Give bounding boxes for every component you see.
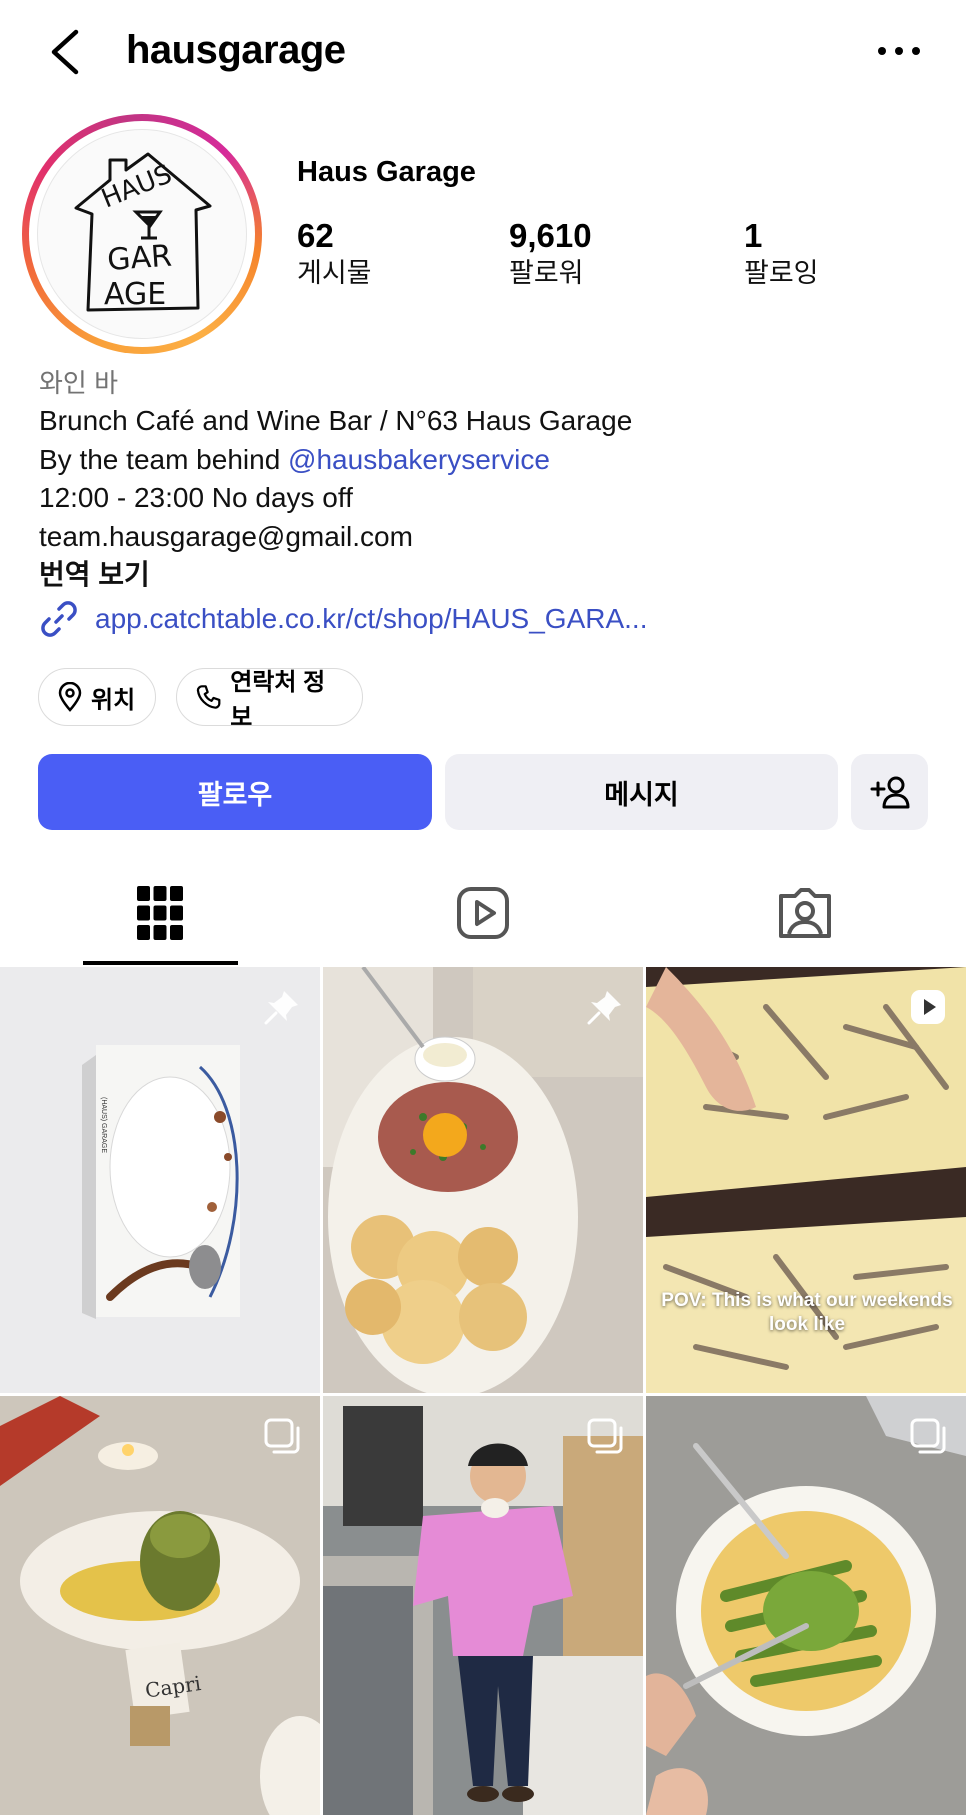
bio-line-1: Brunch Café and Wine Bar / N°63 Haus Gar… bbox=[39, 405, 633, 436]
post-thumbnail[interactable] bbox=[323, 967, 643, 1393]
bio-email: team.hausgarage@gmail.com bbox=[39, 520, 413, 552]
mention-link[interactable]: @hausbakeryservice bbox=[288, 444, 550, 475]
pin-icon bbox=[264, 991, 298, 1025]
more-horizontal-icon bbox=[878, 47, 920, 55]
tagged-icon bbox=[779, 888, 831, 938]
carousel-icon bbox=[910, 1418, 946, 1454]
tab-reels[interactable] bbox=[403, 860, 563, 966]
location-label: 위치 bbox=[91, 686, 136, 714]
reels-icon bbox=[457, 887, 509, 939]
posts-count: 62 bbox=[297, 217, 334, 254]
profile-tabs bbox=[0, 860, 966, 966]
add-person-icon bbox=[870, 776, 909, 809]
stat-followers[interactable]: 9,610 팔로워 bbox=[509, 216, 592, 290]
followers-label: 팔로워 bbox=[509, 258, 584, 288]
reel-icon bbox=[911, 990, 945, 1024]
chevron-left-icon bbox=[51, 29, 79, 75]
followers-count: 9,610 bbox=[509, 217, 592, 254]
reel-caption: POV: This is what our weekends look like bbox=[661, 1290, 953, 1335]
posts-grid: (HAUS) GARAGE POV: This is what our week… bbox=[0, 967, 966, 1815]
active-tab-indicator bbox=[83, 961, 238, 965]
stat-posts[interactable]: 62 게시물 bbox=[297, 216, 372, 290]
svg-text:GAR: GAR bbox=[106, 239, 173, 278]
post-image bbox=[323, 967, 643, 1393]
display-name: Haus Garage bbox=[297, 156, 476, 188]
bio-line-2: By the team behind @hausbakeryservice bbox=[39, 441, 939, 480]
post-image: (HAUS) GARAGE bbox=[0, 967, 320, 1393]
post-thumbnail[interactable]: (HAUS) GARAGE bbox=[0, 967, 320, 1393]
post-thumbnail[interactable] bbox=[646, 1396, 966, 1815]
post-image bbox=[646, 1396, 966, 1815]
profile-username: hausgarage bbox=[126, 28, 346, 72]
translate-button[interactable]: 번역 보기 bbox=[39, 556, 939, 595]
location-pin-icon bbox=[58, 682, 82, 712]
bio-line-2-text: By the team behind bbox=[39, 443, 289, 475]
suggest-users-button[interactable] bbox=[851, 754, 928, 830]
external-link-text: app.catchtable.co.kr/ct/shop/HAUS_GARA..… bbox=[95, 603, 648, 634]
tab-tagged[interactable] bbox=[725, 860, 885, 966]
svg-text:AGE: AGE bbox=[104, 277, 166, 312]
following-count: 1 bbox=[744, 217, 763, 254]
svg-text:(HAUS) GARAGE: (HAUS) GARAGE bbox=[100, 1097, 107, 1153]
back-button[interactable] bbox=[44, 26, 88, 78]
carousel-icon bbox=[587, 1418, 623, 1454]
carousel-icon bbox=[264, 1418, 300, 1454]
avatar: HAUS GAR AGE bbox=[37, 129, 247, 339]
more-options-button[interactable] bbox=[876, 36, 922, 66]
tab-posts-grid[interactable] bbox=[80, 860, 240, 966]
contact-chip[interactable]: 연락처 정보 bbox=[176, 668, 363, 731]
top-bar: hausgarage bbox=[0, 0, 966, 108]
following-label: 팔로잉 bbox=[744, 258, 819, 288]
follow-button[interactable]: 팔로우 bbox=[38, 754, 432, 830]
phone-icon bbox=[196, 685, 221, 709]
pin-icon bbox=[587, 991, 621, 1025]
external-link[interactable]: app.catchtable.co.kr/ct/shop/HAUS_GARA..… bbox=[39, 596, 647, 642]
link-icon bbox=[41, 601, 77, 637]
bio: 와인 바 Brunch Café and Wine Bar / N°63 Hau… bbox=[39, 364, 939, 595]
post-thumbnail[interactable] bbox=[323, 1396, 643, 1815]
post-image: Capri bbox=[0, 1396, 320, 1815]
contact-label: 연락처 정보 bbox=[230, 669, 326, 731]
stat-following[interactable]: 1 팔로잉 bbox=[744, 216, 819, 290]
post-image bbox=[323, 1396, 643, 1815]
message-button[interactable]: 메시지 bbox=[445, 754, 838, 830]
grid-icon bbox=[137, 886, 183, 940]
bio-line-3: 12:00 - 23:00 No days off bbox=[39, 482, 353, 513]
location-chip[interactable]: 위치 bbox=[38, 668, 156, 726]
post-thumbnail[interactable]: POV: This is what our weekends look like bbox=[646, 967, 966, 1393]
story-ring[interactable]: HAUS GAR AGE bbox=[22, 114, 262, 354]
haus-garage-logo: HAUS GAR AGE bbox=[74, 152, 212, 312]
post-thumbnail[interactable]: Capri bbox=[0, 1396, 320, 1815]
category-label: 와인 바 bbox=[39, 368, 118, 398]
posts-label: 게시물 bbox=[297, 258, 372, 288]
